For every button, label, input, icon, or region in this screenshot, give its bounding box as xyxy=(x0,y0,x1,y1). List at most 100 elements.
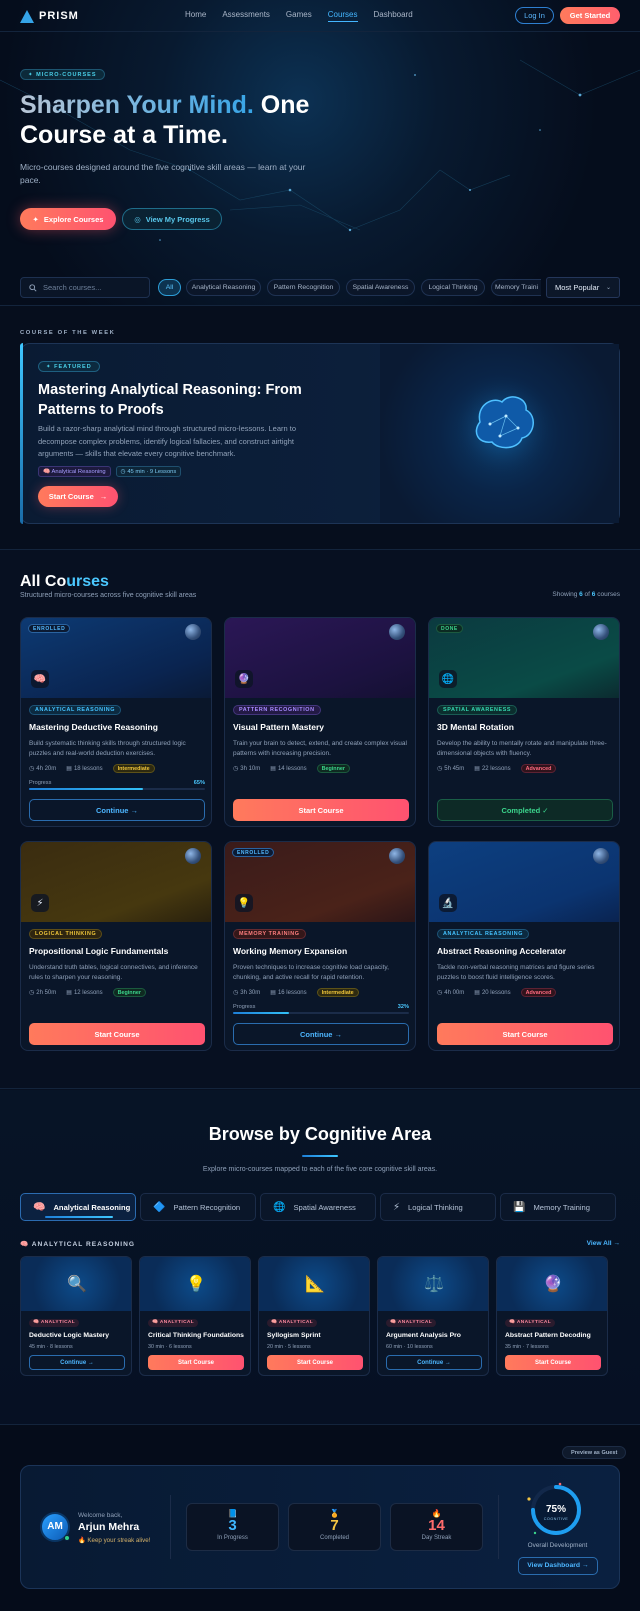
view-progress-button[interactable]: ◎ View My Progress xyxy=(122,208,222,230)
category-badge: 🧠 ANALYTICAL xyxy=(386,1319,437,1327)
filter-chip-logical[interactable]: Logical Thinking xyxy=(421,279,485,296)
filter-chip-memory[interactable]: Memory Traini xyxy=(491,279,541,296)
course-lessons: 20 lessons xyxy=(481,989,511,996)
area-course-button[interactable]: Continue → xyxy=(386,1355,482,1370)
all-courses-title-a: All Co xyxy=(20,573,67,590)
area-course-title: Deductive Logic Mastery xyxy=(29,1332,110,1339)
course-card[interactable]: 🔬 ANALYTICAL REASONING Abstract Reasoning … xyxy=(428,841,620,1051)
area-course-title: Argument Analysis Pro xyxy=(386,1332,461,1339)
course-title: 3D Mental Rotation xyxy=(437,722,514,732)
showing-post: courses xyxy=(595,591,620,598)
area-course-card[interactable]: 💡 🧠 ANALYTICAL Critical Thinking Foundatio… xyxy=(139,1256,251,1376)
all-courses-title: All Courses xyxy=(20,573,109,591)
area-course-title: Critical Thinking Foundations xyxy=(148,1332,244,1339)
course-action-button[interactable]: Completed ✓ xyxy=(437,799,613,821)
course-description: Proven techniques to increase cognitive … xyxy=(233,964,389,981)
hero-background xyxy=(0,0,640,305)
title-underline xyxy=(302,1155,338,1157)
clock-icon: ◷ xyxy=(437,766,443,772)
area-tab[interactable]: 🧠 Analytical Reasoning xyxy=(20,1193,136,1221)
view-all-link[interactable]: View All → xyxy=(587,1240,620,1247)
filter-chip-all[interactable]: All xyxy=(158,279,181,296)
area-course-button[interactable]: Start Course xyxy=(505,1355,601,1370)
target-icon: ◎ xyxy=(134,214,141,224)
orb-icon xyxy=(593,848,609,864)
progress-fill xyxy=(29,788,144,790)
course-title: Visual Pattern Mastery xyxy=(233,722,325,732)
course-card[interactable]: ⚡ LOGICAL THINKING Propositional Logic Fun… xyxy=(20,841,212,1051)
area-course-card[interactable]: 🔍 🧠 ANALYTICAL Deductive Logic Mastery 45 m… xyxy=(20,1256,132,1376)
chevron-down-icon: ⌄ xyxy=(605,285,611,291)
area-course-meta: 35 min · 7 lessons xyxy=(505,1344,549,1350)
featured-start-button[interactable]: Start Course → xyxy=(38,486,118,507)
area-course-banner: ⚖️ xyxy=(378,1257,488,1311)
course-description: Understand truth tables, logical connect… xyxy=(29,964,198,981)
nav-link-games[interactable]: Games xyxy=(286,10,312,22)
course-title: Abstract Reasoning Accelerator xyxy=(437,946,567,956)
area-course-button[interactable]: Start Course xyxy=(267,1355,363,1370)
login-button[interactable]: Log In xyxy=(515,7,554,24)
course-card[interactable]: 🔮 PATTERN RECOGNITION Visual Pattern Maste… xyxy=(224,617,416,827)
hero-badge: ✦ MICRO-COURSES xyxy=(20,69,105,80)
category-badge: LOGICAL THINKING xyxy=(29,929,103,939)
nav-link-courses[interactable]: Courses xyxy=(327,10,358,22)
area-course-button[interactable]: Start Course xyxy=(148,1355,244,1370)
orb-icon xyxy=(185,848,201,864)
course-action-button[interactable]: Continue → xyxy=(233,1023,409,1045)
search-input[interactable]: Search courses... xyxy=(20,277,150,298)
orb-icon xyxy=(593,624,609,640)
filter-chip-spatial[interactable]: Spatial Awareness xyxy=(346,279,415,296)
course-card[interactable]: ENROLLED 💡 MEMORY TRAINING Working Memory E… xyxy=(224,841,416,1051)
course-description: Tackle non-verbal reasoning matrices and… xyxy=(437,964,595,981)
area-course-button[interactable]: Continue → xyxy=(29,1355,125,1370)
category-badge: ANALYTICAL REASONING xyxy=(29,705,121,715)
featured-illustration xyxy=(380,344,619,523)
nav-link-dashboard[interactable]: Dashboard xyxy=(374,10,413,22)
area-tab[interactable]: 🌐 Spatial Awareness xyxy=(260,1193,376,1221)
stat-label: Completed xyxy=(319,1535,349,1541)
sort-select[interactable]: Most Popular ⌄ xyxy=(546,277,620,298)
explore-courses-button[interactable]: ✦ Explore Courses xyxy=(20,208,116,230)
area-tab[interactable]: ⚡ Logical Thinking xyxy=(380,1193,496,1221)
clock-icon: ◷ xyxy=(29,766,35,772)
featured-tags: 🧠 Analytical Reasoning ◷ 45 min · 9 Less… xyxy=(38,466,182,477)
book-icon: ▤ xyxy=(474,990,480,996)
course-action-button[interactable]: Start Course xyxy=(233,799,409,821)
area-course-card[interactable]: ⚖️ 🧠 ANALYTICAL Argument Analysis Pro 60 mi… xyxy=(377,1256,489,1376)
area-tab[interactable]: 🔷 Pattern Recognition xyxy=(140,1193,256,1221)
preview-guest-button[interactable]: Preview as Guest xyxy=(562,1446,627,1459)
course-action-button[interactable]: Continue → xyxy=(29,799,205,821)
area-course-meta: 45 min · 8 lessons xyxy=(29,1344,73,1350)
course-card[interactable]: ENROLLED 🧠 ANALYTICAL REASONING Mastering D… xyxy=(20,617,212,827)
nav-link-home[interactable]: Home xyxy=(185,10,206,22)
course-meta: ◷ 4h 00m ▤ 20 lessons Advanced xyxy=(437,988,557,997)
category-badge: 🧠 ANALYTICAL xyxy=(267,1319,318,1327)
course-action-button[interactable]: Start Course xyxy=(437,1023,613,1045)
brand-logo[interactable]: PRISM xyxy=(20,8,79,24)
browse-title: Browse by Cognitive Area xyxy=(208,1124,432,1144)
area-course-card[interactable]: 🔮 🧠 ANALYTICAL Abstract Pattern Decoding 35… xyxy=(496,1256,608,1376)
view-dashboard-button[interactable]: View Dashboard → xyxy=(518,1557,598,1575)
nav-link-assessments[interactable]: Assessments xyxy=(222,10,270,22)
area-tab-icon: ⚡ xyxy=(393,1201,401,1213)
course-lessons: 18 lessons xyxy=(73,765,103,772)
course-meta: ◷ 5h 45m ▤ 22 lessons Advanced xyxy=(437,764,557,773)
prism-icon xyxy=(20,9,34,23)
category-badge: 🧠 ANALYTICAL xyxy=(29,1319,80,1327)
course-icon: 🔬 xyxy=(439,894,457,912)
course-card[interactable]: DONE 🌐 SPATIAL AWARENESS 3D Mental Rotation… xyxy=(428,617,620,827)
featured-start-label: Start Course xyxy=(48,492,94,501)
filter-chip-analytical[interactable]: Analytical Reasoning xyxy=(186,279,261,296)
area-tab-label: Spatial Awareness xyxy=(293,1202,356,1212)
get-started-button[interactable]: Get Started xyxy=(560,7,620,24)
area-tab[interactable]: 💾 Memory Training xyxy=(500,1193,616,1221)
area-course-card[interactable]: 📐 🧠 ANALYTICAL Syllogism Sprint 20 min · 5 … xyxy=(258,1256,370,1376)
explore-courses-label: Explore Courses xyxy=(43,214,104,224)
course-action-button[interactable]: Start Course xyxy=(29,1023,205,1045)
featured-description: Build a razor-sharp analytical mind thro… xyxy=(38,424,297,458)
filter-chip-pattern[interactable]: Pattern Recognition xyxy=(267,279,340,296)
stat-label: In Progress xyxy=(217,1535,248,1541)
area-course-icon: 📐 xyxy=(305,1276,325,1293)
ring-value: 75% xyxy=(546,1504,566,1515)
featured-title: Mastering Analytical Reasoning: From Pat… xyxy=(38,382,302,418)
